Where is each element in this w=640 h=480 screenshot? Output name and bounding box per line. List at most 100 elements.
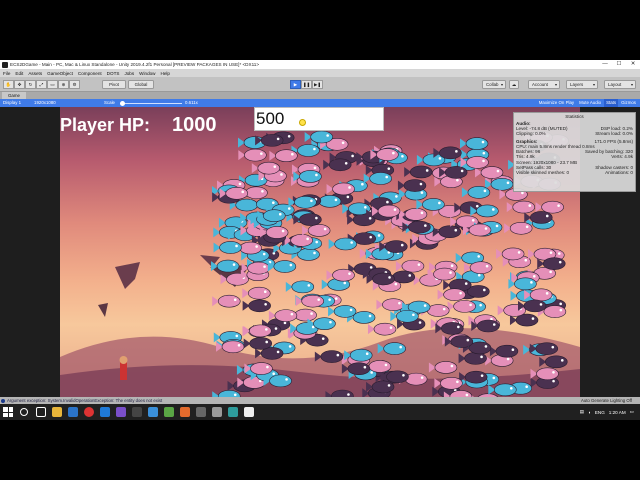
letterbox-bottom xyxy=(0,420,640,480)
damage-input-value: 500 xyxy=(256,109,285,128)
transform-tool-icon[interactable]: ⊕ xyxy=(58,80,69,89)
stats-skinned: Visible skinned meshes: 0 xyxy=(516,170,570,176)
view-tab-row: Game xyxy=(0,92,640,99)
chevron-down-icon: ▾ xyxy=(592,82,595,87)
rotate-tool-icon[interactable]: ↻ xyxy=(25,80,36,89)
floating-island-shape xyxy=(115,262,140,289)
enemy-fish-sprite xyxy=(404,165,433,179)
rect-tool-icon[interactable]: ▭ xyxy=(47,80,58,89)
enemy-fish-sprite xyxy=(395,259,425,273)
stats-tris: Tris: 4.9k xyxy=(516,154,535,160)
stats-toggle[interactable]: Stats xyxy=(604,99,619,107)
menu-component[interactable]: Component xyxy=(78,71,102,76)
cloud-icon[interactable]: ☁ xyxy=(509,80,519,89)
resolution-dropdown[interactable]: 1920x1080 xyxy=(34,100,56,106)
enemy-fish-sprite xyxy=(496,247,525,261)
console-message[interactable]: Argument exception: System.InvalidOperat… xyxy=(7,398,162,403)
menu-jobs[interactable]: Jobs xyxy=(124,71,134,76)
task-view-icon[interactable] xyxy=(36,407,46,417)
app-icon[interactable] xyxy=(228,407,238,417)
layers-label: Layers xyxy=(570,82,584,87)
move-tool-icon[interactable]: ✥ xyxy=(14,80,25,89)
chrome-icon[interactable] xyxy=(84,407,94,417)
menu-help[interactable]: Help xyxy=(161,71,170,76)
enemy-fish-sprite xyxy=(213,241,242,254)
mail-icon[interactable] xyxy=(100,407,110,417)
play-button[interactable]: ▶ xyxy=(290,80,301,89)
app-icon[interactable] xyxy=(196,407,206,417)
scale-tool-icon[interactable]: ⤢ xyxy=(36,80,47,89)
unity-taskbar-icon[interactable] xyxy=(244,407,254,417)
app-icon[interactable] xyxy=(148,407,158,417)
enemy-fish-sprite xyxy=(243,337,272,350)
window-title: ECS2DGame - Main - PC, Mac & Linux Stand… xyxy=(10,62,260,67)
desktop-screen: ECS2DGame - Main - PC, Mac & Linux Stand… xyxy=(0,60,640,420)
menu-dots[interactable]: DOTS xyxy=(107,71,120,76)
statistics-panel: Statistics Audio: Level: -74.8 dB (MUTED… xyxy=(513,112,636,192)
enemy-fish-sprite xyxy=(363,172,393,185)
lighting-status: Auto Generate Lighting Off xyxy=(580,398,632,403)
chevron-down-icon: ▾ xyxy=(554,82,557,87)
clock[interactable]: 1:20 AM xyxy=(609,410,626,415)
menu-file[interactable]: File xyxy=(3,71,10,76)
scale-value: 0.611x xyxy=(185,100,198,105)
search-icon[interactable] xyxy=(20,408,28,416)
editor-status-bar[interactable]: Argument exception: System.InvalidOperat… xyxy=(0,397,640,404)
pivot-toggle[interactable]: Pivot xyxy=(102,80,126,89)
account-dropdown[interactable]: Account ▾ xyxy=(528,80,560,89)
minimize-icon[interactable]: — xyxy=(598,60,612,69)
maximize-icon[interactable]: ☐ xyxy=(612,60,626,69)
system-tray: ▤ ◖ ENG 1:20 AM ▭ xyxy=(576,404,634,420)
visual-studio-icon[interactable] xyxy=(116,407,126,417)
app-icon[interactable] xyxy=(132,407,142,417)
collab-dropdown[interactable]: Collab ▾ xyxy=(482,80,506,89)
pause-button[interactable]: ❚❚ xyxy=(301,80,312,89)
gizmos-dropdown[interactable]: Gizmos xyxy=(619,99,638,107)
enemy-fish-sprite xyxy=(367,322,397,336)
enemy-fish-sprite xyxy=(459,137,489,150)
main-toolbar: ✋ ✥ ↻ ⤢ ▭ ⊕ ⚙ Pivot Global ▶ ❚❚ ▶❚ Colla… xyxy=(0,77,640,92)
tab-game[interactable]: Game xyxy=(2,92,26,99)
window-titlebar[interactable]: ECS2DGame - Main - PC, Mac & Linux Stand… xyxy=(0,60,640,69)
layers-dropdown[interactable]: Layers ▾ xyxy=(566,80,598,89)
enemy-fish-sprite xyxy=(269,149,298,162)
enemy-fish-sprite xyxy=(285,280,315,294)
layout-label: Layout xyxy=(608,82,622,87)
maximize-on-play-toggle[interactable]: Maximize On Play xyxy=(537,99,576,107)
network-icon[interactable]: ▤ xyxy=(580,409,584,415)
edge-icon[interactable] xyxy=(68,407,78,417)
stats-fps: 171.0 FPS (5.8ms) xyxy=(594,138,633,144)
display-dropdown[interactable]: Display 1 xyxy=(3,100,21,106)
file-explorer-icon[interactable] xyxy=(52,407,62,417)
letterbox-top xyxy=(0,0,640,60)
stats-row: Clipping: 0.0% Stream load: 0.0% xyxy=(514,131,635,136)
language-indicator[interactable]: ENG xyxy=(595,410,605,415)
game-view[interactable]: Player HP: 1000 500 xyxy=(60,107,580,397)
step-button[interactable]: ▶❚ xyxy=(312,80,323,89)
scale-slider-handle[interactable] xyxy=(120,100,125,106)
layout-dropdown[interactable]: Layout ▾ xyxy=(604,80,636,89)
app-icon[interactable] xyxy=(212,407,222,417)
hand-tool-icon[interactable]: ✋ xyxy=(3,80,14,89)
app-icon[interactable] xyxy=(180,407,190,417)
enemy-fish-sprite xyxy=(251,161,281,175)
error-icon xyxy=(1,398,5,403)
scale-label: Scale xyxy=(104,100,115,105)
scale-slider[interactable] xyxy=(120,102,182,104)
app-icon[interactable] xyxy=(164,407,174,417)
menu-edit[interactable]: Edit xyxy=(15,71,23,76)
notifications-icon[interactable]: ▭ xyxy=(630,409,634,415)
mute-audio-toggle[interactable]: Mute Audio xyxy=(577,99,603,107)
global-toggle[interactable]: Global xyxy=(128,80,154,89)
menu-window[interactable]: Window xyxy=(139,71,155,76)
windows-start-icon[interactable] xyxy=(3,407,13,417)
menu-assets[interactable]: Assets xyxy=(28,71,42,76)
stats-animations: Animations: 0 xyxy=(605,170,633,176)
menu-gameobject[interactable]: GameObject xyxy=(47,71,73,76)
enemy-fish-sprite xyxy=(212,294,241,308)
custom-tool-icon[interactable]: ⚙ xyxy=(69,80,80,89)
damage-input-field[interactable]: 500 xyxy=(254,107,384,131)
close-icon[interactable]: ✕ xyxy=(626,60,640,69)
enemy-fish-sprite xyxy=(295,294,325,308)
volume-icon[interactable]: ◖ xyxy=(588,410,591,415)
